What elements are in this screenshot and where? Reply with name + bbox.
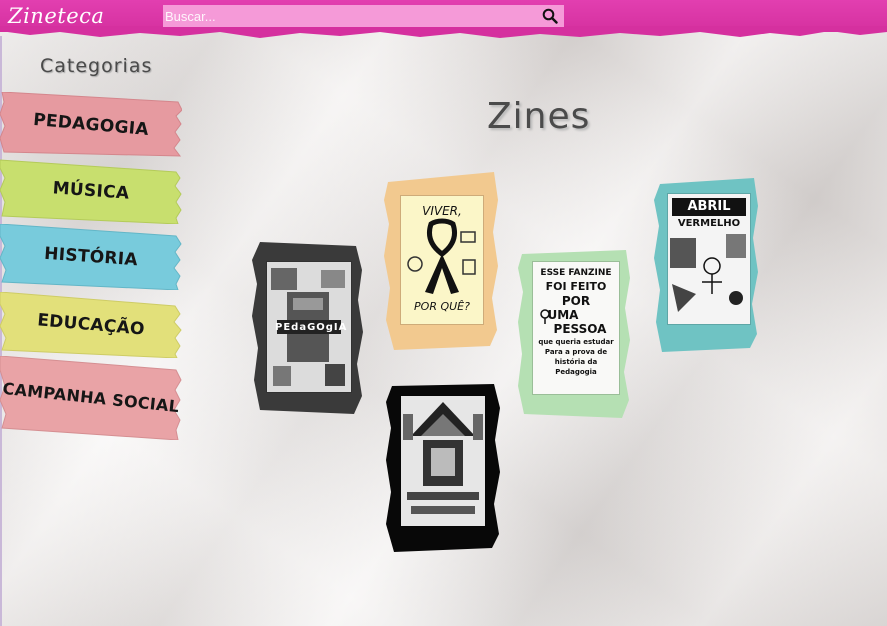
- category-historia[interactable]: HISTÓRIA: [0, 224, 182, 290]
- zine-cover-art: [401, 396, 485, 526]
- zine-cover: ESSE FANZINE FOI FEITO POR UMA PESSOA qu…: [533, 262, 619, 394]
- zine-card-abril-vermelho[interactable]: ABRIL VERMELHO: [654, 176, 762, 352]
- zine-cover-title: PEdaGOgIA: [275, 322, 348, 333]
- app-logo[interactable]: Zineteca: [8, 2, 104, 30]
- search-icon[interactable]: [542, 8, 558, 24]
- category-campanha-social[interactable]: CAMPANHA SOCIAL: [0, 356, 182, 440]
- search-input[interactable]: [163, 5, 533, 27]
- zine-cover: [401, 396, 485, 526]
- zine-card-pedagogia[interactable]: PEdaGOgIA: [252, 240, 364, 416]
- category-pedagogia[interactable]: PEDAGOGIA: [0, 92, 182, 158]
- zine-cover-line: POR: [561, 294, 591, 308]
- zine-cover-line: história da: [554, 358, 598, 366]
- top-bar-torn-edge: [0, 26, 887, 38]
- search-bar: [163, 5, 564, 27]
- categories-title: Categorias: [40, 55, 153, 77]
- category-musica[interactable]: MÚSICA: [0, 158, 182, 224]
- zine-card-esse-fanzine[interactable]: ESSE FANZINE FOI FEITO POR UMA PESSOA qu…: [518, 250, 632, 420]
- zine-cover-art: [670, 234, 746, 312]
- zine-cover: VIVER, POR QUÊ?: [401, 196, 483, 324]
- zine-cover: ABRIL VERMELHO: [668, 194, 750, 324]
- category-label: HISTÓRIA: [43, 243, 139, 271]
- zine-cover-subtitle: POR QUÊ?: [414, 300, 470, 313]
- category-educacao[interactable]: EDUCAÇÃO: [0, 292, 182, 358]
- zine-cover-line: FOI FEITO: [545, 280, 607, 293]
- category-label: MÚSICA: [52, 178, 130, 204]
- page-title: Zines: [487, 96, 591, 137]
- flower-icon: [540, 309, 550, 324]
- zine-cover-line: Para a prova de: [544, 348, 608, 356]
- zine-card-black[interactable]: [386, 382, 502, 552]
- zine-cover-line: ESSE FANZINE: [540, 268, 612, 278]
- zine-cover: PEdaGOgIA: [267, 262, 351, 392]
- zine-cover-line: PESSOA: [553, 322, 607, 336]
- zine-card-viver[interactable]: VIVER, POR QUÊ?: [384, 170, 500, 352]
- zine-cover-line: Pedagogia: [555, 368, 597, 376]
- zine-cover-line: que queria estudar: [538, 338, 614, 346]
